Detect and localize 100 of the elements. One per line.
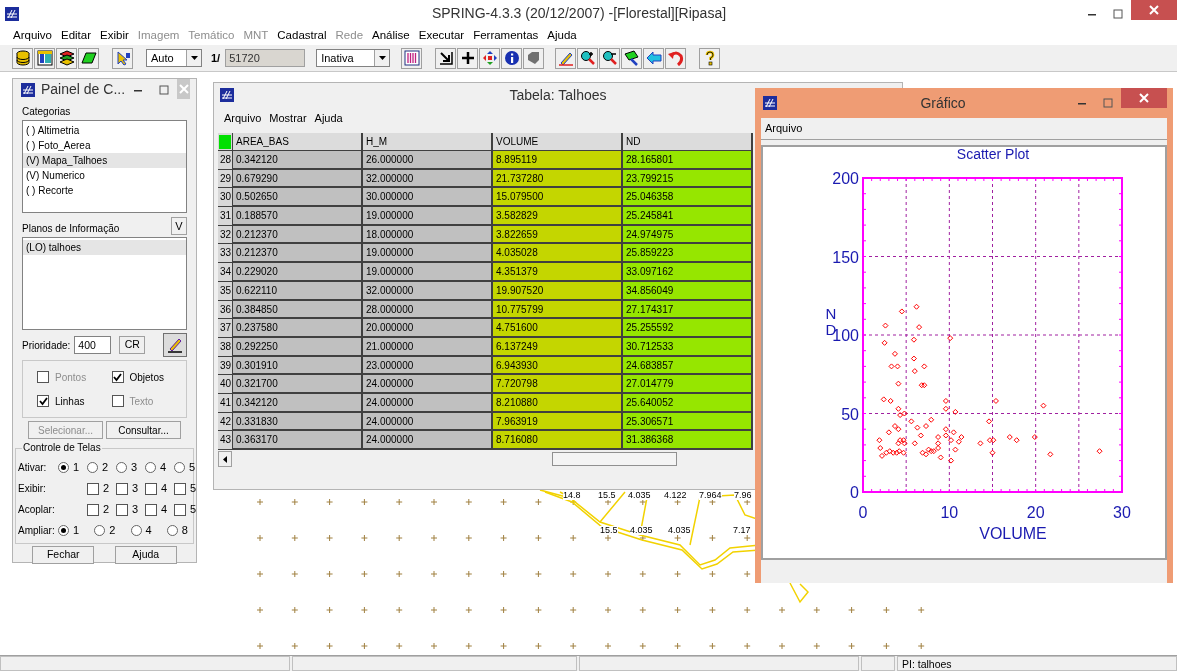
list-item[interactable]: (LO) talhoes xyxy=(23,240,186,255)
pointer-icon[interactable] xyxy=(112,47,133,69)
parallelogram-icon[interactable] xyxy=(78,47,99,69)
database-icon[interactable] xyxy=(12,47,33,69)
radio-button[interactable] xyxy=(166,525,178,536)
menu-item[interactable]: Mostrar xyxy=(269,109,307,127)
radio-button[interactable] xyxy=(130,525,142,536)
menu-item[interactable]: Ajuda xyxy=(547,27,577,45)
option-label: 2 xyxy=(103,481,110,497)
row-number: 40 xyxy=(218,375,233,394)
select-all-icon[interactable] xyxy=(218,133,233,151)
table-cell: 30.000000 xyxy=(363,188,493,208)
checkbox[interactable] xyxy=(116,503,128,516)
menu-item[interactable]: Ajuda xyxy=(314,109,343,127)
tag-icon[interactable] xyxy=(523,47,545,69)
close-button[interactable] xyxy=(1121,88,1167,108)
data-point xyxy=(910,336,917,343)
option-label: 4 xyxy=(160,460,167,476)
option-label: 5 xyxy=(190,502,197,518)
option-label: 8 xyxy=(181,523,188,539)
checkbox[interactable] xyxy=(87,482,99,495)
zoom-area-icon[interactable] xyxy=(621,47,643,69)
option-label: 3 xyxy=(131,460,138,476)
checkbox[interactable] xyxy=(174,503,186,516)
column-header[interactable]: H_M xyxy=(363,133,493,151)
action-button[interactable]: Consultar... xyxy=(106,421,181,439)
map-label: 4.122 xyxy=(664,491,687,500)
scale-mode-dropdown[interactable]: Auto xyxy=(146,49,202,67)
layers-icon[interactable] xyxy=(56,47,77,69)
zoom-in-icon[interactable] xyxy=(577,47,599,69)
menu-item[interactable]: Exibir xyxy=(100,27,129,45)
axis-tick-label: 10 xyxy=(940,504,959,521)
move-icon[interactable] xyxy=(479,47,501,69)
panel-icon[interactable] xyxy=(34,47,55,69)
cr-button[interactable]: CR xyxy=(119,336,146,354)
table-cell: 0.188570 xyxy=(233,207,363,226)
data-point xyxy=(1096,448,1103,455)
scale-field[interactable]: 51720 xyxy=(225,49,306,67)
footer-button[interactable]: Fechar xyxy=(32,546,95,564)
radio-button[interactable] xyxy=(87,462,98,473)
radio-button[interactable] xyxy=(58,525,69,536)
menu-item[interactable]: Análise xyxy=(372,27,410,45)
data-point xyxy=(916,324,923,331)
table-cell: 24.000000 xyxy=(363,375,493,394)
option-label: 2 xyxy=(102,460,109,476)
radio-button[interactable] xyxy=(116,462,127,473)
row-number: 33 xyxy=(218,244,233,264)
checkbox[interactable] xyxy=(145,503,157,516)
data-point xyxy=(986,418,993,425)
menu-item[interactable]: Ferramentas xyxy=(473,27,539,45)
plus-icon[interactable] xyxy=(457,47,479,69)
scroll-thumb[interactable] xyxy=(552,452,677,466)
option-label: 1 xyxy=(73,523,80,539)
menu-item[interactable]: Cadastral xyxy=(277,27,327,45)
section-label: Planos de Informação xyxy=(22,223,120,235)
status-pane xyxy=(861,656,895,671)
scroll-left-icon[interactable] xyxy=(218,451,232,467)
table-cell: 4.751600 xyxy=(493,319,623,338)
column-header[interactable]: VOLUME xyxy=(493,133,623,151)
zoom-out-icon[interactable] xyxy=(599,47,621,69)
checkbox[interactable] xyxy=(174,482,186,495)
stripes-icon[interactable] xyxy=(401,47,423,69)
status-text: PI: talhoes xyxy=(902,658,952,670)
data-point xyxy=(911,368,918,375)
menu-item[interactable]: Arquivo xyxy=(765,120,803,137)
checkbox[interactable] xyxy=(87,503,99,516)
map-label: 15.5 xyxy=(598,491,616,500)
radio-button[interactable] xyxy=(174,462,185,473)
column-header[interactable]: AREA_BAS xyxy=(233,133,363,151)
list-item[interactable]: (V) Mapa_Talhoes xyxy=(23,153,186,168)
close-button[interactable] xyxy=(1131,0,1177,20)
menu-item[interactable]: Executar xyxy=(418,27,465,45)
option-label: 3 xyxy=(132,481,139,497)
column-header[interactable]: ND xyxy=(623,133,753,151)
menu-item[interactable]: Editar xyxy=(61,27,92,45)
help-icon[interactable] xyxy=(699,47,721,69)
undo-icon[interactable] xyxy=(665,47,687,69)
data-point xyxy=(895,380,902,387)
table-cell: 15.079500 xyxy=(493,188,623,208)
priority-field[interactable]: 400 xyxy=(74,336,112,354)
menu-item[interactable]: Arquivo xyxy=(13,27,52,45)
checkbox[interactable] xyxy=(37,395,49,407)
data-point xyxy=(947,335,954,342)
data-point xyxy=(913,303,920,310)
radio-button[interactable] xyxy=(94,525,106,536)
map-label: 4.035 xyxy=(630,526,653,535)
radio-button[interactable] xyxy=(145,462,156,473)
info-icon[interactable] xyxy=(501,47,523,69)
checkbox[interactable] xyxy=(145,482,157,495)
checkbox[interactable] xyxy=(111,371,124,383)
pencil-icon[interactable] xyxy=(555,47,577,69)
checkbox[interactable] xyxy=(116,482,128,495)
footer-button[interactable]: Ajuda xyxy=(114,546,177,564)
data-point xyxy=(891,350,898,357)
pencil-icon[interactable] xyxy=(163,333,187,357)
radio-button[interactable] xyxy=(58,462,69,473)
menu-item[interactable]: Arquivo xyxy=(224,109,262,127)
display-mode-dropdown[interactable]: Inativa xyxy=(316,49,391,67)
row-number: 43 xyxy=(218,431,233,450)
view-button[interactable]: V xyxy=(171,217,187,235)
